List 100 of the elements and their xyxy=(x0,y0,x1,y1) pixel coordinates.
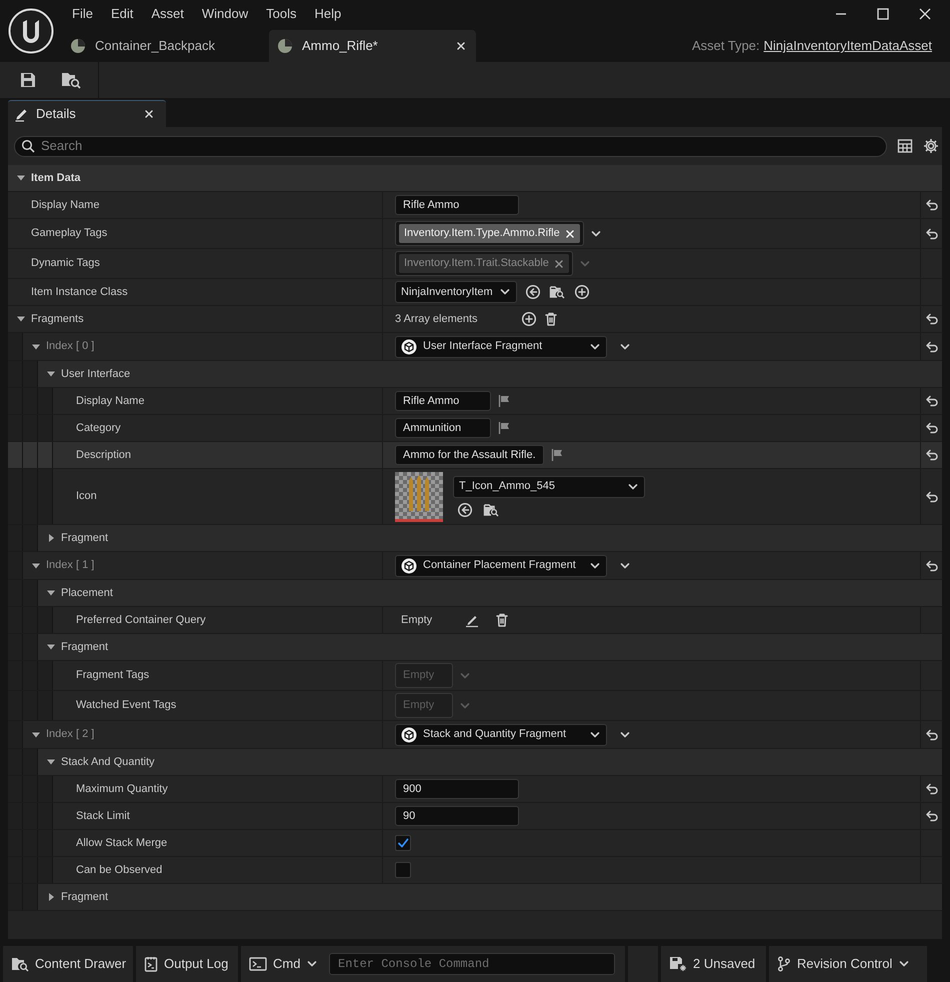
tag-chip[interactable]: Inventory.Item.Type.Ammo.Rifle xyxy=(399,224,580,243)
text-field[interactable]: Ammunition xyxy=(395,418,491,438)
dropdown[interactable]: T_Icon_Ammo_545 xyxy=(453,476,645,498)
expand-arrow-icon[interactable] xyxy=(16,173,26,183)
reset-icon[interactable] xyxy=(924,312,938,326)
property-label: Category xyxy=(76,420,121,436)
reset-icon[interactable] xyxy=(924,728,938,742)
trash-icon[interactable] xyxy=(543,311,559,327)
cube-icon xyxy=(401,558,417,574)
expand-arrow-icon[interactable] xyxy=(46,757,56,767)
text-field[interactable]: 900 xyxy=(395,779,519,799)
folder-search-icon[interactable] xyxy=(548,284,566,300)
collapse-arrow-icon[interactable] xyxy=(46,892,56,902)
output-log-button[interactable]: Output Log xyxy=(136,946,238,982)
menu-item[interactable]: Edit xyxy=(102,4,142,24)
flag-icon[interactable] xyxy=(550,448,564,462)
text-field[interactable]: Rifle Ammo xyxy=(395,391,491,411)
console-input[interactable]: Enter Console Command xyxy=(329,952,615,974)
property-label: User Interface xyxy=(61,366,130,382)
details-tab[interactable]: Details xyxy=(8,100,166,127)
expand-arrow-icon[interactable] xyxy=(46,642,56,652)
close-icon[interactable] xyxy=(144,109,154,119)
property-label: Fragment Tags xyxy=(76,668,150,684)
menu-item[interactable]: Tools xyxy=(257,4,306,24)
reset-icon[interactable] xyxy=(924,340,938,354)
checkbox[interactable] xyxy=(395,862,411,878)
property-label: Display Name xyxy=(31,198,100,213)
dropdown[interactable]: Container Placement Fragment xyxy=(395,554,607,576)
tag-container[interactable]: Inventory.Item.Type.Ammo.Rifle xyxy=(395,221,584,246)
menu-item[interactable]: Help xyxy=(305,4,350,24)
flag-icon[interactable] xyxy=(497,421,511,435)
dropdown[interactable]: NinjaInventoryItem xyxy=(395,281,517,303)
asset-type-link[interactable]: NinjaInventoryItemDataAsset xyxy=(764,36,932,56)
search-icon xyxy=(21,139,35,153)
property-label: Index [ 2 ] xyxy=(46,727,94,742)
expand-arrow-icon[interactable] xyxy=(16,314,26,324)
reset-icon[interactable] xyxy=(924,558,938,572)
property-label: Dynamic Tags xyxy=(31,256,100,272)
dropdown[interactable]: User Interface Fragment xyxy=(395,336,607,358)
settings-icon[interactable] xyxy=(923,138,939,154)
property-label: Watched Event Tags xyxy=(76,698,176,714)
document-tab[interactable]: Ammo_Rifle* xyxy=(269,30,476,62)
reset-icon[interactable] xyxy=(924,490,938,504)
arrow-left-circle-icon[interactable] xyxy=(457,502,473,518)
trash-icon[interactable] xyxy=(494,612,510,628)
add-icon[interactable] xyxy=(574,284,590,300)
property-label: Fragment xyxy=(61,890,108,905)
property-label: Stack And Quantity xyxy=(61,754,155,770)
query-value: Empty xyxy=(401,612,432,628)
checkmark-icon xyxy=(397,837,409,849)
reset-icon[interactable] xyxy=(924,198,938,212)
text-field[interactable]: Rifle Ammo xyxy=(395,195,519,215)
property-label: Can be Observed xyxy=(76,862,162,878)
collapse-arrow-icon[interactable] xyxy=(46,533,56,543)
property-label: Item Instance Class xyxy=(31,284,128,300)
asset-type-label: Asset Type: xyxy=(692,37,760,56)
property-label: Fragments xyxy=(31,312,84,327)
log-icon xyxy=(144,956,158,972)
maximize-icon[interactable] xyxy=(876,7,890,21)
close-icon[interactable] xyxy=(456,41,466,51)
reset-icon[interactable] xyxy=(924,394,938,408)
reset-icon[interactable] xyxy=(924,421,938,435)
property-label: Placement xyxy=(61,586,113,601)
dropdown[interactable]: Stack and Quantity Fragment xyxy=(395,724,607,746)
reset-icon[interactable] xyxy=(924,782,938,796)
save-icon[interactable] xyxy=(19,71,37,89)
property-label: Preferred Container Query xyxy=(76,612,206,628)
folder-search-icon[interactable] xyxy=(483,502,500,518)
add-icon[interactable] xyxy=(521,311,537,327)
menu-item[interactable]: Asset xyxy=(142,4,193,24)
property-label: Fragment xyxy=(61,640,108,655)
flag-icon[interactable] xyxy=(497,394,511,408)
text-field[interactable]: 90 xyxy=(395,806,519,826)
property-label: Fragment xyxy=(61,530,108,546)
folder-search-icon[interactable] xyxy=(60,70,82,90)
expand-arrow-icon[interactable] xyxy=(46,588,56,598)
unsaved-button[interactable]: 2 Unsaved xyxy=(661,946,766,982)
logo-icon xyxy=(8,8,54,54)
content-drawer-button[interactable]: Content Drawer xyxy=(3,946,133,982)
expand-arrow-icon[interactable] xyxy=(31,560,41,570)
expand-arrow-icon[interactable] xyxy=(31,342,41,352)
reset-icon[interactable] xyxy=(924,226,938,240)
revision-control-button[interactable]: Revision Control xyxy=(769,946,927,982)
checkbox[interactable] xyxy=(395,835,411,851)
reset-icon[interactable] xyxy=(924,448,938,462)
expand-arrow-icon[interactable] xyxy=(46,369,56,379)
table-icon[interactable] xyxy=(897,138,913,154)
close-icon[interactable] xyxy=(918,7,932,21)
property-label: Display Name xyxy=(76,394,144,409)
menu-item[interactable]: Window xyxy=(192,4,258,24)
property-label: Description xyxy=(76,448,132,463)
menu-item[interactable]: File xyxy=(63,4,102,24)
arrow-left-circle-icon[interactable] xyxy=(524,284,541,300)
reset-icon[interactable] xyxy=(924,809,938,823)
text-field[interactable]: Ammo for the Assault Rifle. xyxy=(395,445,544,465)
property-label: Allow Stack Merge xyxy=(76,836,168,851)
category-title: Item Data xyxy=(31,170,81,186)
expand-arrow-icon[interactable] xyxy=(31,730,41,740)
cube-icon xyxy=(401,726,417,742)
cmd-dropdown[interactable]: Cmd xyxy=(249,954,319,974)
